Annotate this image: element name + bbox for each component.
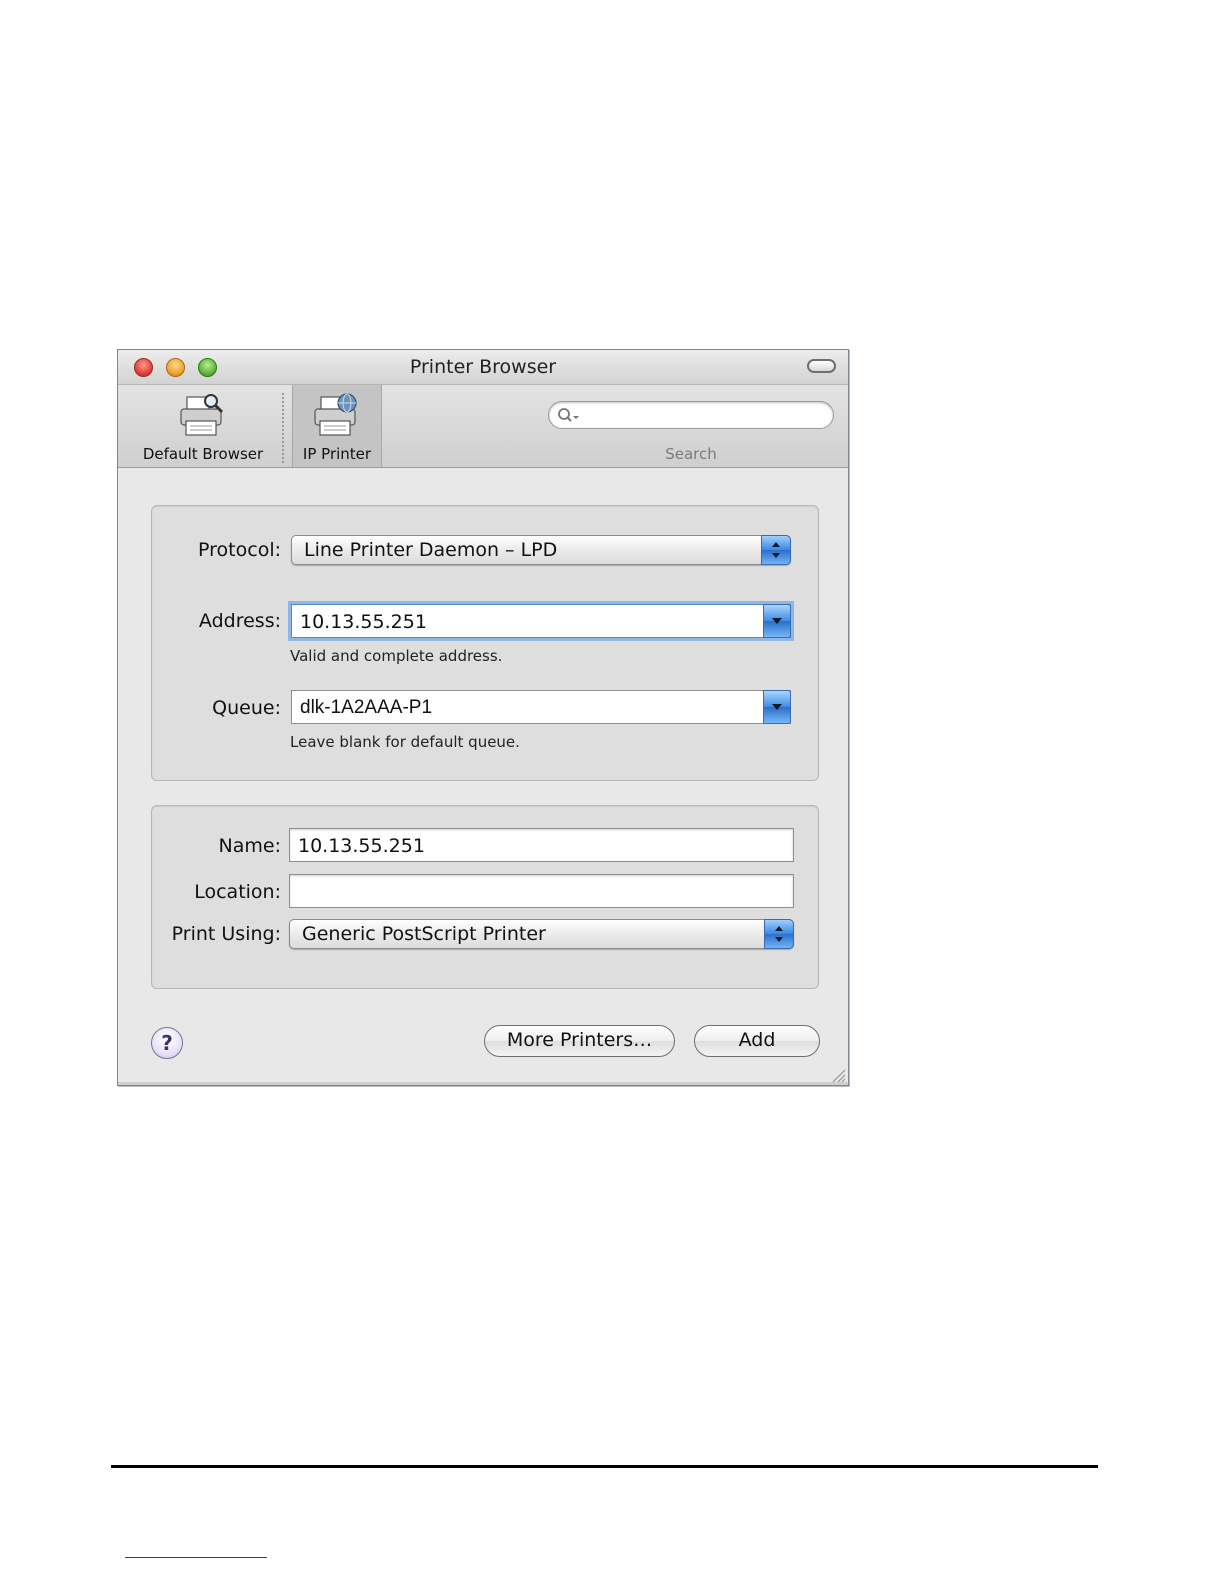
window-title: Printer Browser bbox=[409, 356, 557, 378]
protocol-value: Line Printer Daemon – LPD bbox=[304, 539, 558, 561]
address-input[interactable] bbox=[298, 609, 762, 635]
add-button[interactable]: Add bbox=[694, 1025, 820, 1057]
search-label: Search bbox=[665, 445, 717, 463]
toolbar-item-default-browser[interactable]: Default Browser bbox=[128, 385, 278, 467]
toolbar-item-label: Default Browser bbox=[142, 445, 264, 463]
toolbar-separator bbox=[282, 393, 284, 463]
up-down-arrows-icon bbox=[761, 535, 791, 565]
title-bar[interactable]: Printer Browser bbox=[118, 350, 848, 385]
more-printers-button[interactable]: More Printers… bbox=[484, 1025, 675, 1057]
search-input[interactable] bbox=[585, 405, 825, 427]
page-divider bbox=[111, 1465, 1098, 1468]
location-label: Location: bbox=[194, 881, 281, 903]
address-hint: Valid and complete address. bbox=[290, 647, 503, 665]
printer-globe-icon bbox=[314, 393, 357, 436]
print-using-value: Generic PostScript Printer bbox=[302, 923, 546, 945]
name-input[interactable] bbox=[296, 833, 780, 859]
toolbar-item-label: IP Printer bbox=[302, 445, 372, 463]
printer-browser-window: Printer Browser Default Browser IP Print… bbox=[117, 349, 849, 1086]
window-bottom-edge bbox=[118, 1082, 848, 1085]
chevron-down-icon[interactable] bbox=[763, 690, 791, 724]
print-using-popup[interactable]: Generic PostScript Printer bbox=[289, 919, 794, 949]
address-label: Address: bbox=[198, 610, 281, 632]
location-field[interactable] bbox=[289, 874, 794, 908]
printer-magnifier-icon bbox=[180, 394, 224, 436]
queue-input[interactable] bbox=[298, 695, 762, 721]
name-field[interactable] bbox=[289, 828, 794, 862]
toolbar: Default Browser IP Printer Search bbox=[118, 385, 848, 468]
toolbar-item-ip-printer[interactable]: IP Printer bbox=[292, 385, 382, 467]
queue-combo[interactable] bbox=[291, 690, 791, 724]
search-field[interactable] bbox=[548, 401, 834, 429]
up-down-arrows-icon bbox=[764, 919, 794, 949]
print-using-label: Print Using: bbox=[171, 923, 281, 945]
location-input[interactable] bbox=[296, 879, 780, 905]
protocol-popup[interactable]: Line Printer Daemon – LPD bbox=[291, 535, 791, 565]
printer-details-group: Name: Location: Print Using: Generic Pos… bbox=[151, 805, 819, 989]
toolbar-toggle-button[interactable] bbox=[807, 359, 836, 373]
queue-hint: Leave blank for default queue. bbox=[290, 733, 520, 751]
chevron-down-icon[interactable] bbox=[763, 604, 791, 638]
queue-label: Queue: bbox=[212, 697, 281, 719]
resize-grip-icon[interactable] bbox=[830, 1067, 846, 1083]
footer-link-line bbox=[125, 1557, 267, 1558]
help-button[interactable]: ? bbox=[151, 1027, 183, 1059]
protocol-label: Protocol: bbox=[198, 539, 281, 561]
address-combo[interactable] bbox=[291, 604, 791, 638]
search-icon bbox=[558, 408, 579, 422]
name-label: Name: bbox=[218, 835, 281, 857]
connection-settings-group: Protocol: Line Printer Daemon – LPD Addr… bbox=[151, 505, 819, 781]
